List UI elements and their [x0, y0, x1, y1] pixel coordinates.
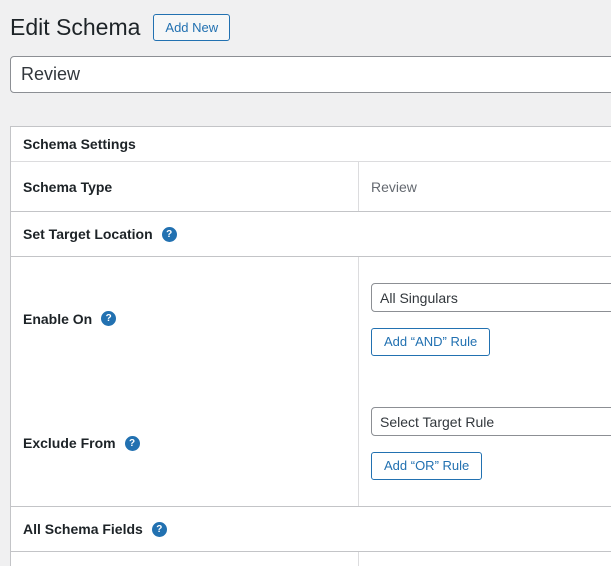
- schema-type-value: Review: [371, 178, 417, 195]
- panel-header-label: Schema Settings: [23, 136, 136, 152]
- row-next-field: [11, 552, 611, 566]
- exclude-from-label: Exclude From: [23, 435, 116, 451]
- exclude-from-label-cell: Exclude From ?: [11, 380, 359, 506]
- help-icon[interactable]: ?: [101, 311, 117, 326]
- row-exclude-from: Exclude From ? Select Target Rule Add “O…: [11, 380, 611, 507]
- enable-on-label: Enable On: [23, 310, 93, 327]
- next-field-label-cell: [11, 552, 359, 566]
- next-field-value-cell: [359, 552, 611, 566]
- help-icon[interactable]: ?: [161, 226, 177, 242]
- schema-settings-panel: Schema Settings Schema Type Review Set T…: [10, 126, 611, 566]
- enable-on-controls: All Singulars Add “AND” Rule: [359, 257, 611, 380]
- add-or-rule-button[interactable]: Add “OR” Rule: [371, 452, 483, 481]
- exclude-from-select[interactable]: Select Target Rule: [371, 407, 611, 436]
- help-icon[interactable]: ?: [151, 521, 167, 537]
- enable-on-select[interactable]: All Singulars: [371, 283, 611, 312]
- row-set-target-location: Set Target Location ?: [11, 212, 611, 257]
- schema-type-value-cell: Review: [359, 162, 611, 211]
- help-icon[interactable]: ?: [124, 435, 140, 451]
- row-all-schema-fields: All Schema Fields ?: [11, 507, 611, 552]
- all-schema-fields-label: All Schema Fields: [23, 521, 143, 537]
- enable-on-label-cell: Enable On ?: [11, 257, 359, 380]
- schema-type-label-cell: Schema Type: [11, 162, 359, 211]
- add-new-button[interactable]: Add New: [153, 13, 231, 42]
- schema-type-label: Schema Type: [23, 178, 113, 195]
- exclude-from-controls: Select Target Rule Add “OR” Rule: [359, 380, 611, 506]
- panel-header: Schema Settings: [11, 127, 611, 162]
- row-schema-type: Schema Type Review: [11, 162, 611, 212]
- set-target-location-label: Set Target Location: [23, 226, 153, 242]
- row-enable-on: Enable On ? All Singulars Add “AND” Rule: [11, 257, 611, 380]
- add-and-rule-button[interactable]: Add “AND” Rule: [371, 328, 491, 357]
- page-title: Edit Schema: [10, 14, 141, 40]
- page: Edit Schema Add New Schema Settings Sche…: [0, 0, 611, 566]
- page-heading: Edit Schema Add New: [10, 13, 231, 42]
- schema-title-input[interactable]: [10, 56, 611, 93]
